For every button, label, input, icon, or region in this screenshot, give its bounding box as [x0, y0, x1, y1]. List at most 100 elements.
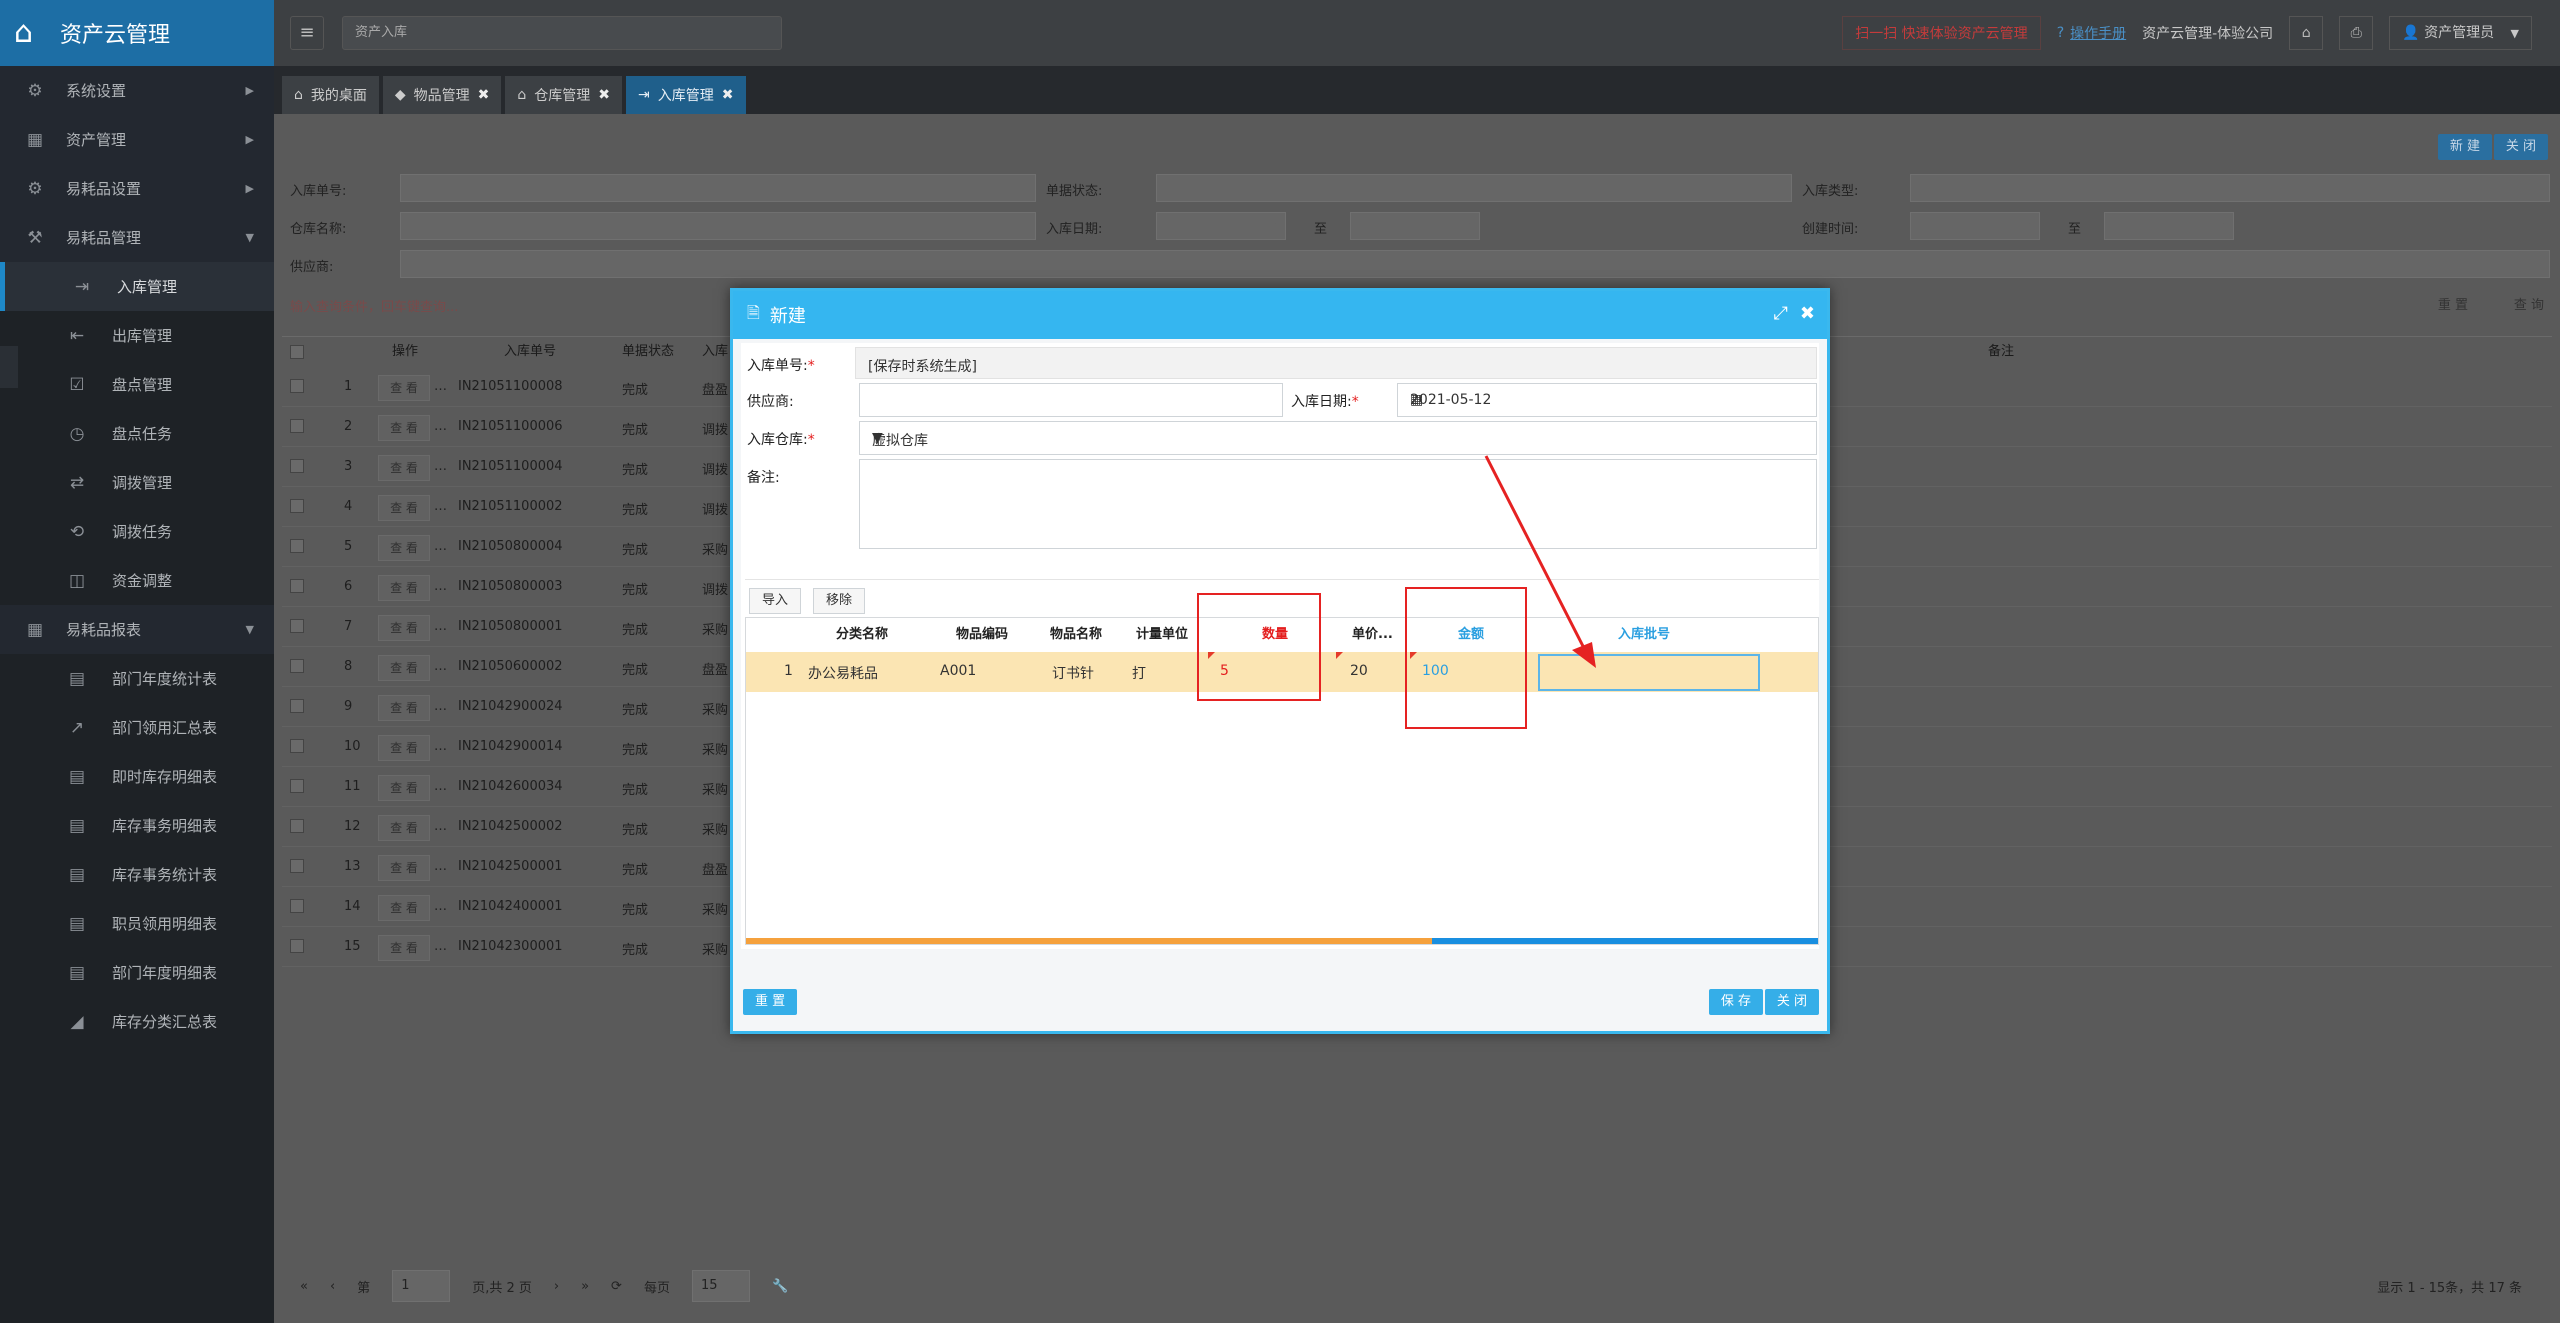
menu-toggle-button[interactable]: ≡	[290, 16, 324, 50]
sidebar-item-13[interactable]: ↗ 部门领用汇总表	[0, 703, 274, 752]
first-page-icon[interactable]: «	[300, 1279, 308, 1294]
more-icon[interactable]: …	[434, 779, 447, 794]
warehouse-select[interactable]: 虚拟仓库 ▼	[859, 421, 1817, 455]
row-checkbox[interactable]	[290, 899, 304, 913]
sidebar-item-5[interactable]: ⇤ 出库管理	[0, 311, 274, 360]
sidebar-item-0[interactable]: ⚙ 系统设置 ▶	[0, 66, 274, 115]
filter-receipt-no-input[interactable]	[400, 174, 1036, 202]
remove-button[interactable]: 移除	[813, 588, 866, 614]
filter-date-to[interactable]: ▦	[1350, 212, 1480, 240]
more-icon[interactable]: …	[434, 819, 447, 834]
refresh-icon[interactable]: ⟳	[611, 1279, 622, 1294]
tab-1[interactable]: ◆ 物品管理 ✖	[382, 76, 502, 114]
more-icon[interactable]: …	[434, 459, 447, 474]
more-icon[interactable]: …	[434, 699, 447, 714]
close-icon[interactable]: ✖	[722, 87, 734, 103]
view-button[interactable]: 查 看	[378, 775, 430, 801]
row-checkbox[interactable]	[290, 859, 304, 873]
view-button[interactable]: 查 看	[378, 855, 430, 881]
tab-0[interactable]: ⌂ 我的桌面	[282, 76, 379, 114]
next-page-icon[interactable]: ›	[554, 1279, 559, 1294]
row-checkbox[interactable]	[290, 779, 304, 793]
reset-filter-button[interactable]: 重 置	[2438, 294, 2468, 313]
view-button[interactable]: 查 看	[378, 695, 430, 721]
close-button[interactable]: 关 闭	[1764, 989, 1819, 1015]
view-button[interactable]: 查 看	[378, 455, 430, 481]
row-checkbox[interactable]	[290, 699, 304, 713]
sidebar-item-4[interactable]: ⇥ 入库管理	[0, 262, 274, 311]
view-button[interactable]: 查 看	[378, 815, 430, 841]
date-input[interactable]: 2021-05-12 ▦	[1397, 383, 1817, 417]
filter-type-select[interactable]: ▼	[1910, 174, 2550, 202]
more-icon[interactable]: …	[434, 739, 447, 754]
view-button[interactable]: 查 看	[378, 615, 430, 641]
reset-button[interactable]: 重 置	[743, 989, 798, 1015]
per-page-input[interactable]: 15	[691, 1270, 750, 1302]
row-checkbox[interactable]	[290, 539, 304, 553]
filter-date-from[interactable]: ▦	[1156, 212, 1286, 240]
row-checkbox[interactable]	[290, 379, 304, 393]
sidebar-collapse-handle[interactable]	[0, 346, 18, 388]
row-checkbox[interactable]	[290, 659, 304, 673]
row-checkbox[interactable]	[290, 739, 304, 753]
filter-created-to[interactable]: ▦	[2104, 212, 2234, 240]
filter-supplier-input[interactable]	[400, 250, 2550, 278]
view-button[interactable]: 查 看	[378, 375, 430, 401]
promo-link[interactable]: 扫一扫 快速体验资产云管理	[1842, 16, 2041, 50]
more-icon[interactable]: …	[434, 419, 447, 434]
row-checkbox[interactable]	[290, 459, 304, 473]
view-button[interactable]: 查 看	[378, 895, 430, 921]
wrench-icon[interactable]: 🔧	[772, 1279, 788, 1294]
batch-number-input[interactable]	[1538, 654, 1760, 691]
save-button[interactable]: 保 存	[1708, 989, 1763, 1015]
user-menu[interactable]: 👤 资产管理员 ▼	[2389, 16, 2532, 50]
sidebar-item-19[interactable]: ◢ 库存分类汇总表	[0, 997, 274, 1046]
sidebar-item-9[interactable]: ⟲ 调拨任务	[0, 507, 274, 556]
sidebar-item-8[interactable]: ⇄ 调拨管理	[0, 458, 274, 507]
view-button[interactable]: 查 看	[378, 415, 430, 441]
more-icon[interactable]: …	[434, 659, 447, 674]
cell-price[interactable]: 20	[1350, 663, 1368, 679]
expand-icon[interactable]: ⤢	[1774, 303, 1788, 324]
view-button[interactable]: 查 看	[378, 495, 430, 521]
more-icon[interactable]: …	[434, 379, 447, 394]
view-button[interactable]: 查 看	[378, 535, 430, 561]
import-button[interactable]: 导入	[749, 588, 802, 614]
view-button[interactable]: 查 看	[378, 575, 430, 601]
row-checkbox[interactable]	[290, 819, 304, 833]
close-icon[interactable]: ✖	[478, 87, 490, 103]
brand[interactable]: ⌂ 资产云管理	[0, 0, 274, 66]
last-page-icon[interactable]: »	[581, 1279, 589, 1294]
more-icon[interactable]: …	[434, 499, 447, 514]
sidebar-item-10[interactable]: ◫ 资金调整	[0, 556, 274, 605]
sidebar-item-15[interactable]: ▤ 库存事务明细表	[0, 801, 274, 850]
view-button[interactable]: 查 看	[378, 655, 430, 681]
filter-warehouse-input[interactable]	[400, 212, 1036, 240]
sidebar-item-1[interactable]: ▦ 资产管理 ▶	[0, 115, 274, 164]
view-button[interactable]: 查 看	[378, 935, 430, 961]
query-button[interactable]: 查 询	[2514, 294, 2544, 313]
row-checkbox[interactable]	[290, 619, 304, 633]
top-search-input[interactable]: 资产入库	[342, 16, 782, 50]
sidebar-item-2[interactable]: ⚙ 易耗品设置 ▶	[0, 164, 274, 213]
more-icon[interactable]: …	[434, 579, 447, 594]
sidebar-item-12[interactable]: ▤ 部门年度统计表	[0, 654, 274, 703]
more-icon[interactable]: …	[434, 939, 447, 954]
filter-created-from[interactable]: ▦	[1910, 212, 2040, 240]
tab-3[interactable]: ⇥ 入库管理 ✖	[626, 76, 746, 114]
close-button[interactable]: 关 闭	[2493, 134, 2548, 160]
remark-textarea[interactable]	[859, 459, 1817, 549]
more-icon[interactable]: …	[434, 539, 447, 554]
close-icon[interactable]: ✖	[1800, 303, 1815, 324]
row-checkbox[interactable]	[290, 419, 304, 433]
new-button[interactable]: 新 建	[2437, 134, 2492, 160]
sidebar-item-16[interactable]: ▤ 库存事务统计表	[0, 850, 274, 899]
sidebar-item-17[interactable]: ▤ 职员领用明细表	[0, 899, 274, 948]
page-number-input[interactable]: 1	[392, 1270, 451, 1302]
more-icon[interactable]: …	[434, 859, 447, 874]
row-checkbox[interactable]	[290, 499, 304, 513]
sidebar-item-18[interactable]: ▤ 部门年度明细表	[0, 948, 274, 997]
select-all-checkbox[interactable]	[290, 345, 304, 359]
view-button[interactable]: 查 看	[378, 735, 430, 761]
help-link[interactable]: ? 操作手册	[2057, 23, 2126, 43]
